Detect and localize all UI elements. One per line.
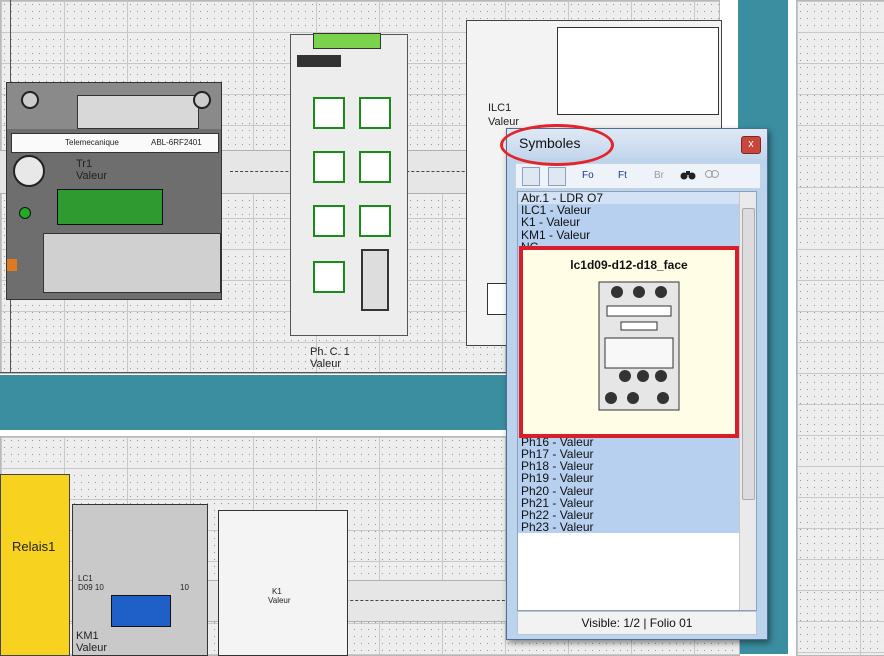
symbol-list-item[interactable]: Ph20 - Valeur bbox=[518, 484, 756, 497]
contactor-preview-image bbox=[597, 280, 681, 412]
filter-button[interactable]: Br bbox=[654, 167, 664, 184]
lc1-label: LC1 bbox=[78, 574, 93, 583]
io-modules bbox=[557, 27, 719, 115]
phc1-value: Valeur bbox=[310, 358, 341, 370]
transformer-tr1[interactable]: Telemecanique ABL-6RF2401 bbox=[6, 82, 222, 300]
rj45-port bbox=[313, 205, 345, 237]
rail-centerline bbox=[330, 600, 520, 601]
contactor-window bbox=[111, 595, 171, 627]
k1-value: Valeur bbox=[268, 596, 291, 605]
brand-text: Telemecanique bbox=[65, 138, 119, 147]
terminal-strip bbox=[313, 33, 381, 49]
screw-icon bbox=[193, 91, 211, 109]
links-icon[interactable] bbox=[704, 167, 720, 184]
rj45-port bbox=[359, 205, 391, 237]
lc1-ref: D09 10 bbox=[78, 583, 104, 592]
rj45-port bbox=[313, 151, 345, 183]
sort-family-button[interactable]: Ft bbox=[618, 167, 627, 184]
safety-relay[interactable] bbox=[0, 474, 70, 656]
indicator-light bbox=[19, 207, 31, 219]
rj45-port bbox=[313, 97, 345, 129]
binoculars-icon[interactable] bbox=[680, 167, 696, 184]
symbol-preview-tooltip: lc1d09-d12-d18_face bbox=[519, 246, 739, 438]
close-button[interactable]: x bbox=[741, 136, 761, 154]
base-plate bbox=[43, 233, 221, 293]
ref-text: ABL-6RF2401 bbox=[151, 138, 202, 147]
sort-folio-button[interactable]: Fo bbox=[582, 167, 594, 184]
contactor-k1[interactable] bbox=[218, 510, 348, 656]
terminal-block bbox=[77, 95, 199, 129]
symbol-list-item[interactable]: KM1 - Valeur bbox=[518, 228, 756, 241]
title-highlight-oval bbox=[500, 124, 614, 166]
status-bar: Visible: 1/2 | Folio 01 bbox=[517, 611, 757, 635]
rj45-port bbox=[313, 261, 345, 293]
output-terminals bbox=[57, 189, 163, 225]
sort-down-all-icon[interactable] bbox=[548, 167, 566, 186]
sort-down-icon[interactable] bbox=[522, 167, 540, 186]
list-scrollbar[interactable] bbox=[739, 192, 756, 610]
k1-name: K1 bbox=[272, 587, 282, 596]
symbol-list-item[interactable]: Ph23 - Valeur bbox=[518, 521, 756, 533]
symbol-list-item[interactable]: Ph19 - Valeur bbox=[518, 472, 756, 485]
rj45-port bbox=[359, 151, 391, 183]
fiber-port bbox=[361, 249, 389, 311]
screw-icon bbox=[21, 91, 39, 109]
km1-value: Valeur bbox=[76, 642, 107, 654]
tr1-value: Valeur bbox=[76, 170, 107, 182]
rj45-port bbox=[359, 97, 391, 129]
lc1-num: 10 bbox=[180, 583, 189, 592]
preview-title: lc1d09-d12-d18_face bbox=[570, 258, 688, 272]
symbols-toolbar: Fo Ft Br bbox=[515, 163, 761, 189]
symbol-list-item[interactable]: K1 - Valeur bbox=[518, 216, 756, 229]
schematic-sheet-right[interactable] bbox=[796, 0, 884, 656]
knob-icon bbox=[13, 155, 45, 187]
relais-label: Relais1 bbox=[12, 539, 56, 554]
ilc1-name: ILC1 bbox=[488, 102, 512, 114]
warning-marker bbox=[7, 259, 17, 271]
scrollbar-thumb[interactable] bbox=[742, 208, 755, 500]
network-switch[interactable] bbox=[290, 33, 408, 336]
vendor-logo bbox=[297, 55, 341, 67]
